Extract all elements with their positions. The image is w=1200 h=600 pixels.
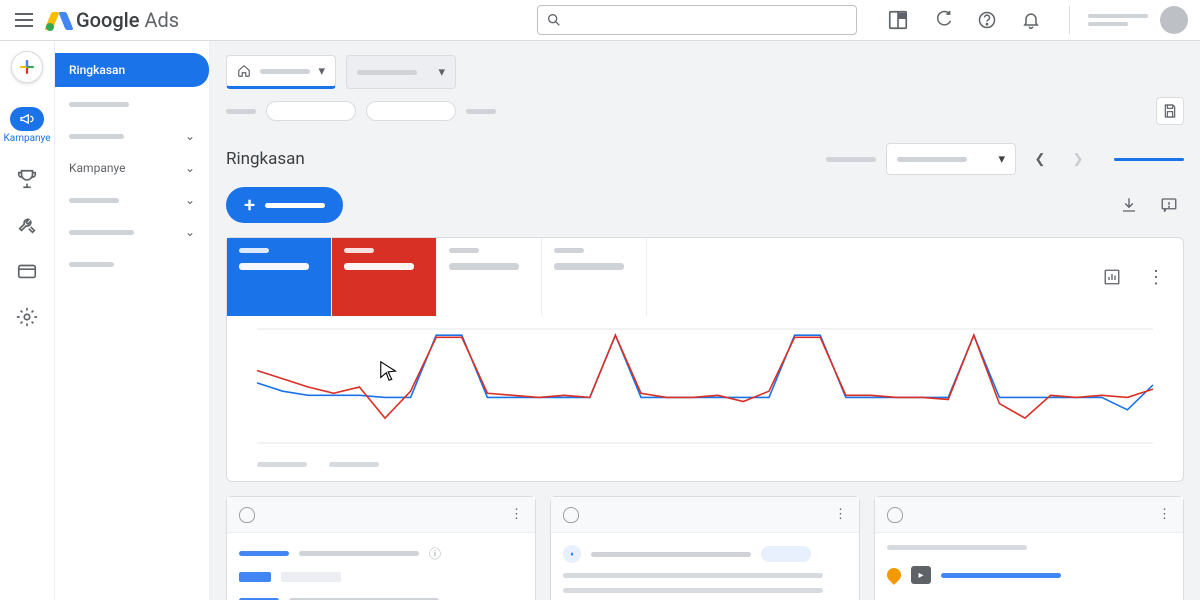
compare-toggle[interactable]: [1114, 158, 1184, 161]
rail-campaigns-label: Kampanye: [3, 133, 50, 144]
status-badge: [761, 546, 811, 562]
feedback-button[interactable]: [1154, 190, 1184, 220]
product-name: Ads: [144, 8, 179, 32]
chevron-down-icon: ▾: [998, 152, 1005, 167]
notifications-icon[interactable]: [1021, 10, 1041, 30]
campaign-scope-selector[interactable]: ▾: [346, 55, 456, 89]
metric-tile-1[interactable]: [227, 238, 332, 316]
sidebar-item-label: Kampanye: [69, 161, 125, 175]
reports-icon[interactable]: [887, 9, 909, 31]
video-icon: ▸: [911, 566, 931, 584]
rail-campaigns[interactable]: Kampanye: [3, 107, 50, 144]
header-tools: [877, 9, 1051, 31]
separator: [1069, 6, 1070, 34]
product-logo[interactable]: Google Ads: [48, 8, 179, 32]
save-icon: [1162, 103, 1178, 119]
side-nav: Ringkasan ⌄ Kampanye ⌄ ⌄ ⌄: [55, 41, 210, 600]
chevron-down-icon: ▾: [438, 65, 445, 80]
plus-icon: [18, 58, 36, 76]
metric-tile-3[interactable]: [437, 238, 542, 316]
bar-chart-icon: ⬪: [563, 545, 581, 563]
download-button[interactable]: [1114, 190, 1144, 220]
content-pane: ▾ ▾ Ringkasan ▾ ❮ ❯: [210, 41, 1200, 600]
chevron-down-icon: ▾: [318, 64, 325, 79]
filter-chip[interactable]: [266, 101, 356, 121]
filter-label: [226, 109, 256, 114]
new-campaign-button[interactable]: +: [226, 187, 343, 223]
goals-icon[interactable]: [16, 168, 38, 190]
download-icon: [1120, 196, 1138, 214]
insights-card: ⋮ ⬪ ⓘ: [550, 496, 860, 600]
recommendations-card: ⋮ ⓘ → → →: [226, 496, 536, 600]
chart-icon: [1103, 268, 1121, 286]
sidebar-item-overview[interactable]: Ringkasan: [55, 53, 209, 87]
sidebar-item[interactable]: ⌄: [55, 185, 209, 215]
more-icon: ⋮: [1147, 267, 1165, 288]
fire-icon: [884, 565, 904, 585]
sidebar-item[interactable]: ⌄: [55, 217, 209, 247]
sidebar-item-label: Ringkasan: [69, 63, 125, 77]
sidebar-item[interactable]: [55, 89, 209, 119]
chevron-down-icon: ⌄: [185, 193, 195, 207]
page-title: Ringkasan: [226, 149, 305, 169]
more-icon[interactable]: ⋮: [1158, 507, 1171, 522]
date-range-selector[interactable]: ▾: [886, 143, 1016, 175]
ads-logo-icon: [48, 9, 70, 31]
more-icon[interactable]: ⋮: [834, 507, 847, 522]
avatar[interactable]: [1160, 6, 1188, 34]
tools-icon[interactable]: [16, 214, 38, 236]
account-info[interactable]: [1088, 14, 1148, 26]
next-period-button: ❯: [1064, 145, 1092, 173]
more-menu-button[interactable]: ⋮: [1141, 262, 1171, 292]
save-view-button[interactable]: [1156, 97, 1184, 125]
filter-label: [466, 109, 496, 114]
lightbulb-icon: [563, 507, 579, 523]
date-label: [826, 157, 876, 162]
performance-card: ⋮: [226, 237, 1184, 482]
settings-icon[interactable]: [16, 306, 38, 328]
arrow-right-icon[interactable]: →: [509, 592, 523, 600]
lightbulb-icon: [239, 507, 255, 523]
billing-icon[interactable]: [16, 260, 38, 282]
expand-chart-button[interactable]: [1097, 262, 1127, 292]
videos-card: ⋮ ▸ ▸ 🔍: [874, 496, 1184, 600]
home-icon: [237, 64, 251, 78]
filter-bar: [210, 93, 1200, 137]
account-scope-selector[interactable]: ▾: [226, 55, 336, 89]
chevron-down-icon: ⌄: [185, 161, 195, 175]
sidebar-item[interactable]: ⌄: [55, 121, 209, 151]
summary-cards-row: ⋮ ⓘ → → → ⋮ ⬪: [210, 496, 1200, 600]
help-icon[interactable]: [977, 10, 997, 30]
line-chart: [227, 316, 1183, 456]
menu-icon[interactable]: [12, 8, 36, 32]
create-button[interactable]: [11, 51, 43, 83]
lightbulb-icon: [887, 507, 903, 523]
feedback-icon: [1160, 196, 1178, 214]
plus-icon: +: [244, 195, 255, 215]
more-icon[interactable]: ⋮: [510, 507, 523, 522]
info-icon[interactable]: ⓘ: [429, 545, 441, 562]
filter-chip[interactable]: [366, 101, 456, 121]
refresh-icon[interactable]: [933, 10, 953, 30]
sidebar-item[interactable]: [55, 249, 209, 279]
app-header: Google Ads: [0, 0, 1200, 41]
sidebar-item-campaigns[interactable]: Kampanye ⌄: [55, 153, 209, 183]
prev-period-button[interactable]: ❮: [1026, 145, 1054, 173]
chevron-down-icon: ⌄: [185, 129, 195, 143]
megaphone-icon: [19, 111, 35, 127]
brand-name: Google: [76, 8, 139, 32]
metric-tile-2[interactable]: [332, 238, 437, 316]
search-icon: [546, 12, 562, 28]
search-input[interactable]: [537, 5, 857, 35]
metric-tile-4[interactable]: [542, 238, 647, 316]
chart-legend: [227, 456, 1183, 481]
nav-rail: Kampanye: [0, 41, 55, 600]
chevron-down-icon: ⌄: [185, 225, 195, 239]
